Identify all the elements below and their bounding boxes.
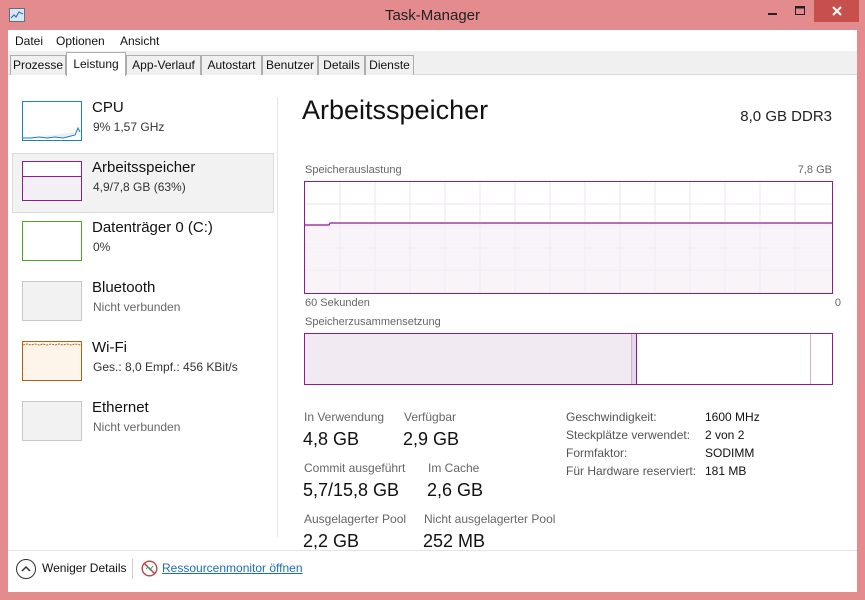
tab-leistung[interactable]: Leistung bbox=[66, 52, 126, 76]
detail-formfactor-value: SODIMM bbox=[705, 446, 755, 460]
time-axis-label: 60 Sekunden bbox=[305, 297, 370, 309]
minimize-icon bbox=[768, 13, 777, 15]
composition-standby-segment[interactable] bbox=[637, 334, 811, 384]
usage-graph-max-label: 7,8 GB bbox=[797, 164, 832, 176]
chevron-up-icon bbox=[21, 565, 31, 572]
usage-graph-label: Speicherauslastung bbox=[305, 164, 402, 176]
tab-prozesse[interactable]: Prozesse bbox=[10, 55, 66, 75]
maximize-icon bbox=[795, 6, 805, 15]
composition-in-use-segment[interactable] bbox=[305, 334, 632, 384]
stat-commit-label: Commit ausgeführt bbox=[304, 461, 406, 475]
sidebar-item-subtitle: 9% 1,57 GHz bbox=[93, 120, 165, 134]
footer-bar: Weniger Details Ressourcenmonitor öffnen bbox=[8, 550, 857, 592]
sidebar-item-subtitle: Nicht verbunden bbox=[93, 420, 181, 434]
sidebar-item-wifi[interactable]: Wi-Fi Ges.: 8,0 Empf.: 456 KBit/s bbox=[12, 333, 274, 393]
close-icon bbox=[831, 6, 842, 16]
sidebar-item-subtitle: Ges.: 8,0 Empf.: 456 KBit/s bbox=[93, 360, 238, 374]
tab-bar: Prozesse Leistung App-Verlauf Autostart … bbox=[8, 51, 857, 76]
memory-thumbnail-graph bbox=[22, 161, 82, 201]
fewer-details-button[interactable] bbox=[16, 559, 36, 579]
memory-usage-graph bbox=[304, 181, 833, 294]
stat-cache-value: 2,6 GB bbox=[427, 480, 484, 500]
window-title: Task-Manager bbox=[384, 7, 481, 24]
page-title: Arbeitsspeicher bbox=[302, 95, 489, 125]
menu-optionen[interactable]: Optionen bbox=[56, 34, 105, 48]
tab-details[interactable]: Details bbox=[318, 55, 365, 75]
sidebar-item-disk[interactable]: Datenträger 0 (C:) 0% bbox=[12, 213, 274, 273]
client-area: Datei Optionen Ansicht Prozesse Leistung… bbox=[8, 30, 857, 592]
fewer-details-label[interactable]: Weniger Details bbox=[42, 561, 126, 575]
sidebar-item-title: Arbeitsspeicher bbox=[92, 159, 196, 176]
stat-commit-value: 5,7/15,8 GB bbox=[303, 480, 400, 500]
bluetooth-thumbnail-graph bbox=[22, 281, 82, 321]
wifi-thumbnail-graph bbox=[22, 341, 82, 381]
close-button[interactable] bbox=[814, 0, 859, 22]
tab-app-verlauf[interactable]: App-Verlauf bbox=[126, 55, 201, 75]
sidebar-item-title: Bluetooth bbox=[92, 279, 156, 296]
sidebar-item-title: Ethernet bbox=[92, 399, 149, 416]
detail-slots-label: Steckplätze verwendet: bbox=[566, 428, 691, 442]
detail-slots-value: 2 von 2 bbox=[705, 428, 745, 442]
detail-speed-label: Geschwindigkeit: bbox=[566, 410, 657, 424]
composition-label: Speicherzusammensetzung bbox=[305, 316, 441, 328]
resource-monitor-icon[interactable] bbox=[141, 560, 158, 577]
stat-available-label: Verfügbar bbox=[404, 410, 457, 424]
sidebar-item-ethernet[interactable]: Ethernet Nicht verbunden bbox=[12, 393, 274, 453]
stat-in-use-value: 4,8 GB bbox=[303, 429, 360, 449]
maximize-button[interactable] bbox=[787, 0, 813, 22]
stat-paged-pool-label: Ausgelagerter Pool bbox=[304, 512, 407, 526]
tab-autostart[interactable]: Autostart bbox=[201, 55, 262, 75]
memory-spec: 8,0 GB DDR3 bbox=[740, 108, 832, 125]
stat-nonpaged-pool-label: Nicht ausgelagerter Pool bbox=[424, 512, 556, 526]
menu-datei[interactable]: Datei bbox=[15, 34, 43, 48]
ethernet-thumbnail-graph bbox=[22, 401, 82, 441]
usage-graph-svg bbox=[305, 182, 832, 293]
title-bar[interactable]: Task-Manager bbox=[0, 0, 865, 30]
stat-paged-pool-value: 2,2 GB bbox=[303, 531, 360, 551]
detail-reserved-value: 181 MB bbox=[705, 464, 747, 478]
sidebar-item-subtitle: 0% bbox=[93, 240, 111, 254]
usage-graph-fill bbox=[305, 223, 832, 293]
zero-axis-label: 0 bbox=[834, 297, 841, 309]
resource-monitor-link[interactable]: Ressourcenmonitor öffnen bbox=[162, 561, 303, 575]
disk-thumbnail-graph bbox=[22, 221, 82, 261]
memory-thumbnail-fill bbox=[23, 176, 81, 200]
stat-available-value: 2,9 GB bbox=[403, 429, 460, 449]
sidebar-item-title: CPU bbox=[92, 99, 124, 116]
cpu-thumbnail-graph bbox=[22, 101, 82, 141]
stat-cache-label: Im Cache bbox=[428, 461, 480, 475]
panel-divider bbox=[277, 97, 278, 537]
sidebar-item-title: Wi-Fi bbox=[92, 339, 127, 356]
stat-nonpaged-pool-value: 252 MB bbox=[423, 531, 486, 551]
menu-bar: Datei Optionen Ansicht bbox=[8, 30, 857, 51]
task-manager-window: Task-Manager Datei Optionen Ansicht Proz… bbox=[0, 0, 865, 600]
sidebar-item-cpu[interactable]: CPU 9% 1,57 GHz bbox=[12, 93, 274, 153]
sidebar-item-subtitle: Nicht verbunden bbox=[93, 300, 181, 314]
menu-ansicht[interactable]: Ansicht bbox=[120, 34, 159, 48]
stat-in-use-label: In Verwendung bbox=[304, 410, 385, 424]
detail-formfactor-label: Formfaktor: bbox=[566, 446, 628, 460]
tab-dienste[interactable]: Dienste bbox=[365, 55, 414, 75]
detail-speed-value: 1600 MHz bbox=[705, 410, 760, 424]
sidebar-item-subtitle: 4,9/7,8 GB (63%) bbox=[93, 180, 186, 194]
sidebar-item-bluetooth[interactable]: Bluetooth Nicht verbunden bbox=[12, 273, 274, 333]
performance-panel: CPU 9% 1,57 GHz Arbeitsspeicher 4,9/7,8 … bbox=[8, 75, 857, 551]
sidebar-item-title: Datenträger 0 (C:) bbox=[92, 219, 213, 236]
sidebar-item-memory[interactable]: Arbeitsspeicher 4,9/7,8 GB (63%) bbox=[12, 153, 274, 213]
footer-separator bbox=[132, 559, 133, 579]
detail-reserved-label: Für Hardware reserviert: bbox=[566, 464, 697, 478]
memory-composition-bar bbox=[304, 333, 833, 385]
minimize-button[interactable] bbox=[760, 0, 786, 22]
tab-benutzer[interactable]: Benutzer bbox=[262, 55, 318, 75]
